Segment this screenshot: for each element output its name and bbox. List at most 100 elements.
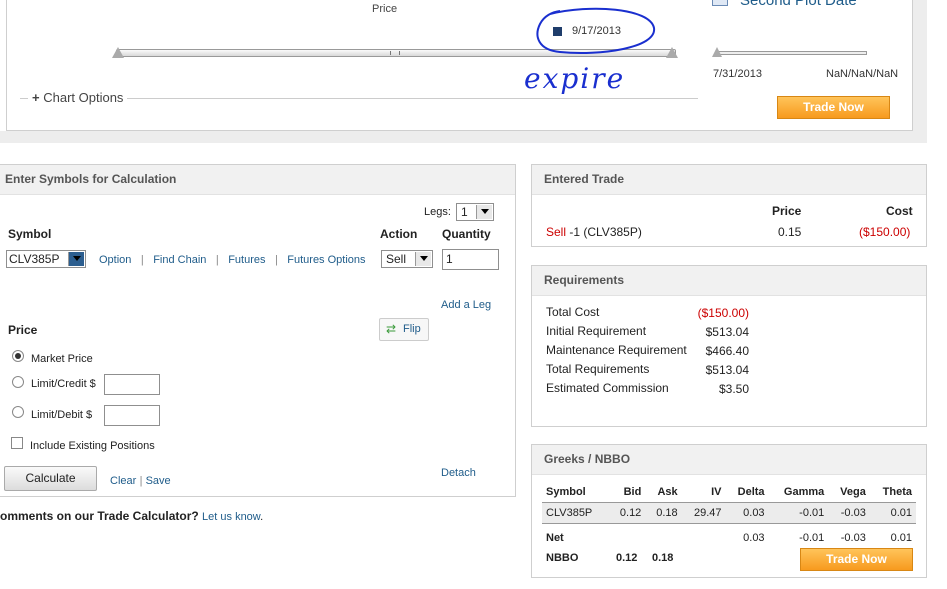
greeks-cell xyxy=(682,524,726,551)
separator: | xyxy=(134,254,150,266)
separator: | xyxy=(209,254,225,266)
greeks-header: Vega xyxy=(840,486,866,498)
table-row: Maintenance Requirement $466.40 xyxy=(544,341,750,360)
flip-label: Flip xyxy=(403,323,421,335)
limit-credit-label: Limit/Credit $ xyxy=(31,378,96,390)
greeks-cell xyxy=(645,524,681,551)
trade-action: Sell xyxy=(546,225,567,239)
chart-panel-gutter xyxy=(0,131,927,143)
plot-date-start: 7/31/2013 xyxy=(713,68,762,80)
symbol-select[interactable]: CLV385P xyxy=(6,250,86,268)
slider-grip-icon[interactable] xyxy=(390,51,400,55)
greeks-header: Bid xyxy=(623,486,642,498)
entered-cost-header: Cost xyxy=(886,204,913,218)
clear-save-links: Clear | Save xyxy=(110,473,171,487)
annotation-circle xyxy=(536,7,656,54)
table-row: CLV385P 0.12 0.18 29.47 0.03 -0.01 -0.03… xyxy=(542,502,916,524)
limit-credit-radio[interactable] xyxy=(12,376,24,388)
greeks-cell: 0.03 xyxy=(743,532,765,544)
market-price-radio[interactable] xyxy=(12,350,24,362)
trade-desc: -1 (CLV385P) xyxy=(569,225,642,239)
legs-value: 1 xyxy=(461,205,468,219)
greeks-header: Gamma xyxy=(783,486,825,498)
futures-options-link[interactable]: Futures Options xyxy=(287,254,365,266)
trade-price: 0.15 xyxy=(778,225,802,239)
legs-select[interactable]: 1 xyxy=(456,203,494,221)
second-plot-date-title: Second Plot Date xyxy=(740,0,857,9)
req-value: $513.04 xyxy=(705,362,749,377)
table-row: Total Requirements $513.04 xyxy=(544,360,750,379)
table-row: Estimated Commission $3.50 xyxy=(544,379,750,398)
legs-label: Legs: xyxy=(424,206,451,218)
greeks-panel: Greeks / NBBO Symbol Bid Ask IV Delta Ga… xyxy=(531,444,927,578)
quantity-input[interactable]: 1 xyxy=(442,249,499,270)
requirements-table: Total Cost ($150.00) Initial Requirement $… xyxy=(544,303,750,398)
include-existing-checkbox[interactable] xyxy=(11,437,23,449)
limit-debit-radio[interactable] xyxy=(12,406,24,418)
calculator-title: Enter Symbols for Calculation xyxy=(0,165,515,195)
greeks-title: Greeks / NBBO xyxy=(532,445,926,475)
slider-left-handle[interactable] xyxy=(112,47,124,58)
calculate-button[interactable]: Calculate xyxy=(4,466,97,491)
futures-link[interactable]: Futures xyxy=(228,254,265,266)
greeks-cell: 0.03 xyxy=(743,507,765,519)
greeks-header-row: Symbol Bid Ask IV Delta Gamma Vega Theta xyxy=(542,482,916,503)
chart-panel-shadow xyxy=(913,0,927,143)
requirements-panel: Requirements Total Cost ($150.00) Initial… xyxy=(531,265,927,427)
net-row: Net 0.03 -0.01 -0.03 0.01 xyxy=(542,524,916,551)
limit-debit-input[interactable] xyxy=(104,405,160,426)
greeks-header: Delta xyxy=(737,486,765,498)
period: . xyxy=(260,511,264,523)
add-leg-link[interactable]: Add a Leg xyxy=(441,299,491,311)
req-value: $466.40 xyxy=(705,343,749,358)
greeks-cell: -0.01 xyxy=(799,532,825,544)
greeks-cell: 29.47 xyxy=(693,507,722,519)
requirements-title: Requirements xyxy=(532,266,926,296)
detach-link[interactable]: Detach xyxy=(441,467,476,479)
greeks-trade-now-button[interactable]: Trade Now xyxy=(800,548,913,571)
calendar-icon[interactable] xyxy=(712,0,728,6)
greeks-cell: -0.01 xyxy=(799,507,825,519)
plot-date-end: NaN/NaN/NaN xyxy=(826,68,899,80)
action-header: Action xyxy=(380,227,418,241)
req-value: ($150.00) xyxy=(697,305,749,320)
find-chain-link[interactable]: Find Chain xyxy=(153,254,206,266)
save-link[interactable]: Save xyxy=(146,475,171,487)
greeks-cell xyxy=(609,524,645,551)
req-label: Maintenance Requirement xyxy=(546,343,687,357)
limit-credit-input[interactable] xyxy=(104,374,160,395)
nbbo-label: NBBO xyxy=(546,552,579,564)
slider-right-handle[interactable] xyxy=(666,47,678,58)
flip-icon: ⇄ xyxy=(386,322,397,336)
req-value: $3.50 xyxy=(718,381,749,396)
price-header: Price xyxy=(8,323,38,337)
greeks-cell: -0.03 xyxy=(840,532,866,544)
price-label: Price xyxy=(372,3,398,15)
symbol-header: Symbol xyxy=(8,227,52,241)
clear-link[interactable]: Clear xyxy=(110,475,136,487)
plot-date-handle[interactable] xyxy=(712,47,722,57)
table-row: Total Cost ($150.00) xyxy=(544,303,750,322)
chevron-down-icon xyxy=(476,205,492,219)
req-label: Estimated Commission xyxy=(546,381,669,395)
req-label: Total Cost xyxy=(546,305,600,319)
greeks-header: IV xyxy=(711,486,722,498)
nbbo-ask: 0.18 xyxy=(652,552,674,564)
table-row: Initial Requirement $513.04 xyxy=(544,322,750,341)
action-value: Sell xyxy=(386,252,407,266)
comments-text: omments on our Trade Calculator? xyxy=(0,509,199,523)
symbol-value: CLV385P xyxy=(9,252,60,266)
plot-date-slider-track[interactable] xyxy=(716,51,867,55)
req-label: Initial Requirement xyxy=(546,324,647,338)
flip-button[interactable]: ⇄ Flip xyxy=(379,318,429,341)
chart-options-toggle[interactable]: + Chart Options xyxy=(28,90,128,105)
action-select[interactable]: Sell xyxy=(381,250,433,268)
req-value: $513.04 xyxy=(705,324,749,339)
greeks-header: Theta xyxy=(882,486,912,498)
chevron-down-icon xyxy=(68,252,84,266)
annotation-text: expire xyxy=(524,62,626,95)
chart-trade-now-button[interactable]: Trade Now xyxy=(777,96,890,119)
include-existing-label: Include Existing Positions xyxy=(30,440,155,452)
let-us-know-link[interactable]: Let us know xyxy=(202,511,260,523)
option-link[interactable]: Option xyxy=(99,254,131,266)
